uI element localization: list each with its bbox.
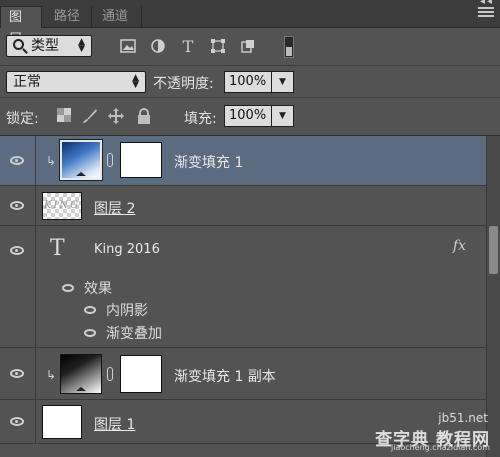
visibility-cell (0, 400, 36, 443)
type-filter-icon[interactable]: T (180, 39, 196, 55)
filter-kind-label: 类型 (31, 38, 59, 54)
eye-icon[interactable] (10, 201, 24, 210)
visibility-cell (0, 348, 36, 399)
lock-all-icon[interactable] (136, 108, 152, 124)
image-filter-icon[interactable] (120, 39, 136, 55)
lock-label: 锁定: (6, 111, 39, 127)
blend-row: 正常 ▲ ▼ 不透明度: 100% ▼ (0, 66, 500, 98)
opacity-label: 不透明度: (153, 76, 214, 92)
inner-shadow-eye-icon[interactable] (84, 306, 96, 314)
visibility-cell (0, 136, 36, 185)
tab-paths[interactable]: 路径 (46, 6, 92, 28)
gradient-thumbnail[interactable] (59, 139, 103, 181)
layer-thumbnail[interactable]: KING (42, 192, 82, 220)
gradient-marker-icon (76, 172, 86, 176)
watermark-sub: jiaocheng.chazidian.com (390, 443, 490, 452)
layer-name[interactable]: 渐变填充 1 副本 (174, 366, 276, 386)
layers-scrollbar[interactable] (486, 136, 500, 457)
layer-filter-row: 类型 ▲ ▼ T (0, 28, 500, 66)
lock-transparent-pixels-icon[interactable] (56, 108, 72, 124)
panel-tab-bar: ◂◂ 图层 路径 通道 (0, 0, 500, 47)
panel-menu-icon[interactable] (478, 6, 494, 20)
blend-mode-label: 正常 (13, 74, 41, 90)
opacity-input[interactable]: 100% (224, 71, 272, 93)
blend-mode-select[interactable]: 正常 ▲ ▼ (6, 71, 146, 93)
effects-fx-icon[interactable]: fx (453, 238, 466, 254)
watermark: jb51.net 查字典 教程网 jiaocheng.chazidian.com (356, 411, 496, 455)
clipping-mask-arrow-icon: ↳ (46, 154, 57, 168)
filter-toggle-switch[interactable] (284, 36, 294, 58)
eye-icon[interactable] (10, 246, 24, 255)
lock-image-pixels-icon[interactable] (82, 108, 98, 124)
fill-dropdown-button[interactable]: ▼ (272, 105, 294, 127)
layers-list: ↳ 渐变填充 1 KING 图层 2 T King 2016 fx 效果 内阴影… (0, 136, 500, 457)
effect-gradient-overlay[interactable]: 渐变叠加 (106, 323, 162, 343)
watermark-top: jb51.net (438, 411, 488, 425)
visibility-cell (0, 226, 36, 347)
effects-eye-icon[interactable] (62, 284, 74, 292)
tab-layers[interactable]: 图层 (0, 6, 42, 47)
link-chain-icon[interactable] (107, 367, 113, 381)
search-icon (13, 39, 24, 50)
adjustment-filter-icon[interactable] (150, 39, 166, 55)
layer-row-layer-2[interactable]: KING 图层 2 (0, 186, 486, 226)
visibility-cell (0, 186, 36, 225)
layer-row-king-2016[interactable]: T King 2016 fx 效果 内阴影 渐变叠加 (0, 226, 486, 348)
layer-name[interactable]: 图层 2 (94, 198, 135, 218)
scrollbar-thumb[interactable] (489, 226, 498, 274)
smart-object-filter-icon[interactable] (240, 39, 256, 55)
fill-label: 填充: (184, 111, 217, 127)
text-layer-icon: T (50, 236, 65, 261)
layer-row-gradient-fill-1[interactable]: ↳ 渐变填充 1 (0, 136, 486, 186)
layer-name[interactable]: 渐变填充 1 (174, 152, 243, 172)
link-chain-icon[interactable] (107, 153, 113, 167)
lock-position-icon[interactable] (108, 108, 124, 124)
layer-mask-thumbnail[interactable] (120, 142, 162, 178)
layer-name[interactable]: 图层 1 (94, 414, 135, 434)
effect-inner-shadow[interactable]: 内阴影 (106, 300, 148, 320)
clipping-mask-arrow-icon: ↳ (46, 368, 57, 382)
gradient-marker-icon (76, 387, 86, 391)
gradient-overlay-eye-icon[interactable] (84, 329, 96, 337)
effects-label[interactable]: 效果 (84, 278, 112, 298)
eye-icon[interactable] (10, 369, 24, 378)
eye-icon[interactable] (10, 417, 24, 426)
select-arrows-icon: ▲ ▼ (78, 37, 85, 54)
layer-row-gradient-fill-1-copy[interactable]: ↳ 渐变填充 1 副本 (0, 348, 486, 400)
filter-kind-select[interactable]: 类型 ▲ ▼ (6, 35, 92, 57)
shape-filter-icon[interactable] (210, 39, 226, 55)
fill-input[interactable]: 100% (224, 105, 272, 127)
opacity-dropdown-button[interactable]: ▼ (272, 71, 294, 93)
tab-channels[interactable]: 通道 (94, 6, 142, 28)
lock-row: 锁定: 填充: 100% ▼ (0, 98, 500, 136)
layer-mask-thumbnail[interactable] (120, 355, 162, 393)
select-arrows-icon: ▲ ▼ (132, 73, 139, 90)
eye-icon[interactable] (10, 156, 24, 165)
layer-thumbnail[interactable] (42, 405, 82, 439)
layer-name[interactable]: King 2016 (94, 242, 160, 257)
gradient-thumbnail[interactable] (60, 354, 102, 394)
